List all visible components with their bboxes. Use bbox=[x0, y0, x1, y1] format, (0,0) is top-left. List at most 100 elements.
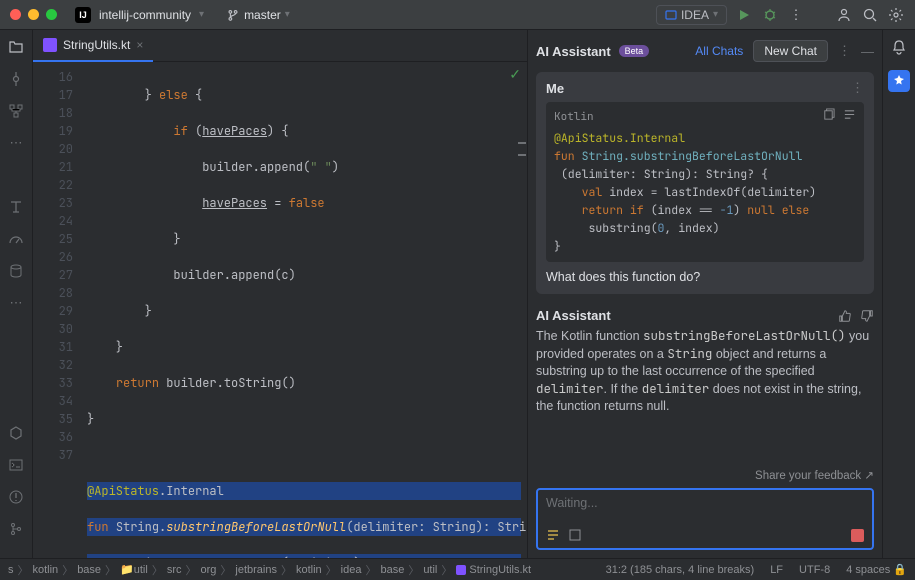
account-icon[interactable] bbox=[835, 6, 853, 24]
line-number: 36 bbox=[33, 428, 73, 446]
new-chat-button[interactable]: New Chat bbox=[753, 40, 828, 62]
more-menu-icon[interactable]: ⋮ bbox=[838, 43, 851, 59]
all-chats-link[interactable]: All Chats bbox=[695, 44, 743, 58]
run-config-icon bbox=[665, 9, 677, 21]
user-question: What does this function do? bbox=[546, 270, 864, 284]
breadcrumb-item[interactable]: src bbox=[167, 564, 182, 576]
message-menu-icon[interactable]: ⋮ bbox=[851, 80, 864, 96]
commit-tool-icon[interactable] bbox=[7, 70, 25, 88]
breadcrumb-item[interactable]: s bbox=[8, 564, 14, 576]
ai-assistant-panel: AI Assistant Beta All Chats New Chat ⋮ —… bbox=[527, 30, 882, 558]
attach-code-icon[interactable] bbox=[546, 528, 560, 542]
line-number: 32 bbox=[33, 356, 73, 374]
run-button[interactable] bbox=[735, 6, 753, 24]
indent-status[interactable]: 4 spaces 🔒 bbox=[846, 563, 907, 576]
line-number: 24 bbox=[33, 212, 73, 230]
resp-title: AI Assistant bbox=[536, 308, 611, 323]
line-number: 30 bbox=[33, 320, 73, 338]
run-config-name: IDEA bbox=[681, 8, 709, 22]
response-text: The Kotlin function substringBeforeLastO… bbox=[536, 327, 874, 415]
title-bar: IJ intellij-community ▾ master ▾ IDEA ▾ … bbox=[0, 0, 915, 30]
minimize-icon[interactable]: — bbox=[861, 44, 874, 59]
stop-button[interactable] bbox=[851, 529, 864, 542]
line-number: 19 bbox=[33, 122, 73, 140]
close-tab-icon[interactable]: × bbox=[136, 38, 143, 52]
run-config-selector[interactable]: IDEA ▾ bbox=[656, 5, 727, 25]
line-number: 22 bbox=[33, 176, 73, 194]
gauge-tool-icon[interactable] bbox=[7, 230, 25, 248]
breadcrumb-item[interactable]: util bbox=[423, 564, 437, 576]
close-window-button[interactable] bbox=[10, 9, 21, 20]
breadcrumb-item[interactable]: base bbox=[77, 564, 101, 576]
more-tool-icon[interactable]: ⋯ bbox=[7, 134, 25, 152]
more-tool-icon-2[interactable]: ⋯ bbox=[7, 294, 25, 312]
more-menu-button[interactable]: ⋮ bbox=[787, 6, 805, 24]
services-tool-icon[interactable] bbox=[7, 424, 25, 442]
breadcrumb-item[interactable]: base bbox=[380, 564, 404, 576]
copy-icon[interactable] bbox=[822, 108, 835, 126]
line-number: 28 bbox=[33, 284, 73, 302]
encoding[interactable]: UTF-8 bbox=[799, 564, 830, 576]
error-stripe[interactable] bbox=[517, 62, 527, 558]
kotlin-file-icon bbox=[43, 38, 57, 52]
editor-tab[interactable]: StringUtils.kt × bbox=[33, 30, 153, 62]
project-name[interactable]: intellij-community bbox=[99, 8, 191, 22]
ai-assistant-tool-icon[interactable] bbox=[888, 70, 910, 92]
code-body[interactable]: } else { if (havePaces) { builder.append… bbox=[81, 62, 527, 558]
line-ending[interactable]: LF bbox=[770, 564, 783, 576]
project-tool-icon[interactable] bbox=[7, 38, 25, 56]
feedback-link[interactable]: Share your feedback ↗ bbox=[536, 462, 874, 488]
breadcrumb-item[interactable]: kotlin bbox=[33, 564, 59, 576]
minimize-window-button[interactable] bbox=[28, 9, 39, 20]
breadcrumb-item[interactable]: jetbrains bbox=[235, 564, 277, 576]
insert-icon[interactable] bbox=[843, 108, 856, 126]
search-icon[interactable] bbox=[861, 6, 879, 24]
line-number: 23 bbox=[33, 194, 73, 212]
line-number: 33 bbox=[33, 374, 73, 392]
structure-tool-icon[interactable] bbox=[7, 102, 25, 120]
window-controls bbox=[10, 9, 57, 20]
breadcrumbs[interactable]: s〉kotlin〉base〉📁util〉src〉org〉jetbrains〉ko… bbox=[8, 562, 531, 578]
status-bar: s〉kotlin〉base〉📁util〉src〉org〉jetbrains〉ko… bbox=[0, 558, 915, 580]
notifications-icon[interactable] bbox=[890, 38, 908, 56]
breadcrumb-item[interactable]: StringUtils.kt bbox=[456, 564, 531, 576]
chevron-down-icon[interactable]: ▾ bbox=[199, 9, 204, 20]
breadcrumb-item[interactable]: kotlin bbox=[296, 564, 322, 576]
right-tool-rail bbox=[882, 30, 915, 558]
thumbs-down-icon[interactable] bbox=[860, 309, 874, 323]
chat-input[interactable]: Waiting... bbox=[536, 488, 874, 550]
tab-filename: StringUtils.kt bbox=[63, 38, 130, 52]
line-number: 18 bbox=[33, 104, 73, 122]
line-number: 17 bbox=[33, 86, 73, 104]
chevron-down-icon: ▾ bbox=[713, 9, 718, 20]
vcs-tool-icon[interactable] bbox=[7, 520, 25, 538]
terminal-tool-icon[interactable] bbox=[7, 456, 25, 474]
line-number: 21 bbox=[33, 158, 73, 176]
debug-button[interactable] bbox=[761, 6, 779, 24]
assist-title: AI Assistant bbox=[536, 44, 611, 59]
line-number: 27 bbox=[33, 266, 73, 284]
chevron-down-icon: ▾ bbox=[285, 9, 290, 20]
line-number: 25 bbox=[33, 230, 73, 248]
beta-badge: Beta bbox=[619, 45, 650, 57]
settings-icon[interactable] bbox=[887, 6, 905, 24]
code-editor[interactable]: ✓ 16171819202122232425262728293031323334… bbox=[33, 62, 527, 558]
assistant-response: AI Assistant The Kotlin function substri… bbox=[536, 308, 874, 415]
me-label: Me bbox=[546, 81, 564, 96]
breadcrumb-item[interactable]: 📁util bbox=[120, 563, 148, 576]
editor-area: StringUtils.kt × ✓ 161718192021222324252… bbox=[33, 30, 527, 558]
left-tool-rail: ⋯ ⋯ bbox=[0, 30, 33, 558]
maximize-window-button[interactable] bbox=[46, 9, 57, 20]
caret-position[interactable]: 31:2 (185 chars, 4 line breaks) bbox=[606, 564, 755, 576]
text-tool-icon[interactable] bbox=[7, 198, 25, 216]
attach-file-icon[interactable] bbox=[568, 528, 582, 542]
database-tool-icon[interactable] bbox=[7, 262, 25, 280]
project-icon: IJ bbox=[75, 7, 91, 23]
gutter: 1617181920212223242526272829303132333435… bbox=[33, 62, 81, 558]
breadcrumb-item[interactable]: idea bbox=[341, 564, 362, 576]
problems-tool-icon[interactable] bbox=[7, 488, 25, 506]
breadcrumb-item[interactable]: org bbox=[200, 564, 216, 576]
vcs-branch[interactable]: master ▾ bbox=[226, 8, 290, 22]
input-placeholder: Waiting... bbox=[546, 496, 864, 510]
thumbs-up-icon[interactable] bbox=[838, 309, 852, 323]
